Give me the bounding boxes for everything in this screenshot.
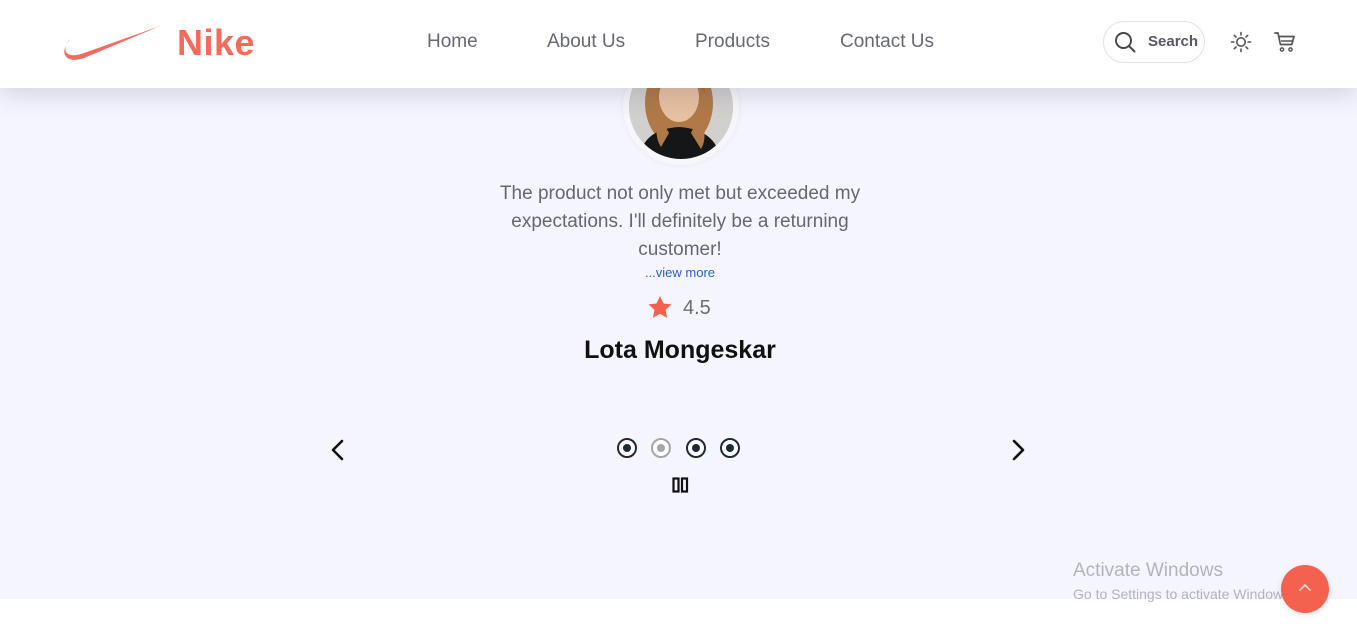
nav-link-about-us[interactable]: About Us xyxy=(547,30,625,54)
brand-name: Nike xyxy=(177,22,256,63)
search-button[interactable]: Search xyxy=(1103,21,1205,63)
testimonial-section: The product not only met but exceeded my… xyxy=(0,0,1357,602)
chevron-up-icon xyxy=(1299,583,1311,591)
carousel-prev-button[interactable] xyxy=(328,438,348,467)
nav-link-home[interactable]: Home xyxy=(427,30,478,54)
cart-icon xyxy=(1274,32,1295,52)
chevron-right-icon xyxy=(1012,439,1025,461)
pause-icon xyxy=(672,477,689,493)
carousel-dot[interactable] xyxy=(686,438,706,458)
activate-windows-title: Activate Windows xyxy=(1073,560,1223,581)
nav-link-products[interactable]: Products xyxy=(695,30,770,54)
view-more-link[interactable]: ...view more xyxy=(600,265,760,280)
rating-value: 4.5 xyxy=(683,297,711,319)
star-icon xyxy=(648,296,672,318)
search-icon xyxy=(1115,32,1136,53)
brand-logo[interactable]: Nike xyxy=(62,22,272,64)
carousel-next-button[interactable] xyxy=(1008,438,1028,467)
carousel-pause-button[interactable] xyxy=(672,477,689,498)
site-header: Nike Home About Us Products Contact Us S… xyxy=(0,0,1357,88)
theme-toggle-button[interactable] xyxy=(1230,31,1252,58)
swoosh-icon xyxy=(64,26,160,60)
cart-button[interactable] xyxy=(1273,30,1297,59)
search-label: Search xyxy=(1148,33,1199,50)
reviewer-name: Lota Mongeskar xyxy=(584,336,776,364)
testimonial-quote: The product not only met but exceeded my… xyxy=(499,183,861,260)
carousel-dot-active[interactable] xyxy=(651,438,671,458)
sun-icon xyxy=(1230,31,1252,53)
carousel-dot[interactable] xyxy=(617,438,637,458)
chevron-left-icon xyxy=(331,439,344,461)
nav-link-contact-us[interactable]: Contact Us xyxy=(840,30,934,54)
scroll-to-top-button[interactable] xyxy=(1281,565,1329,613)
activate-windows-subtitle: Go to Settings to activate Windows. xyxy=(1073,586,1294,602)
carousel-dot[interactable] xyxy=(720,438,740,458)
